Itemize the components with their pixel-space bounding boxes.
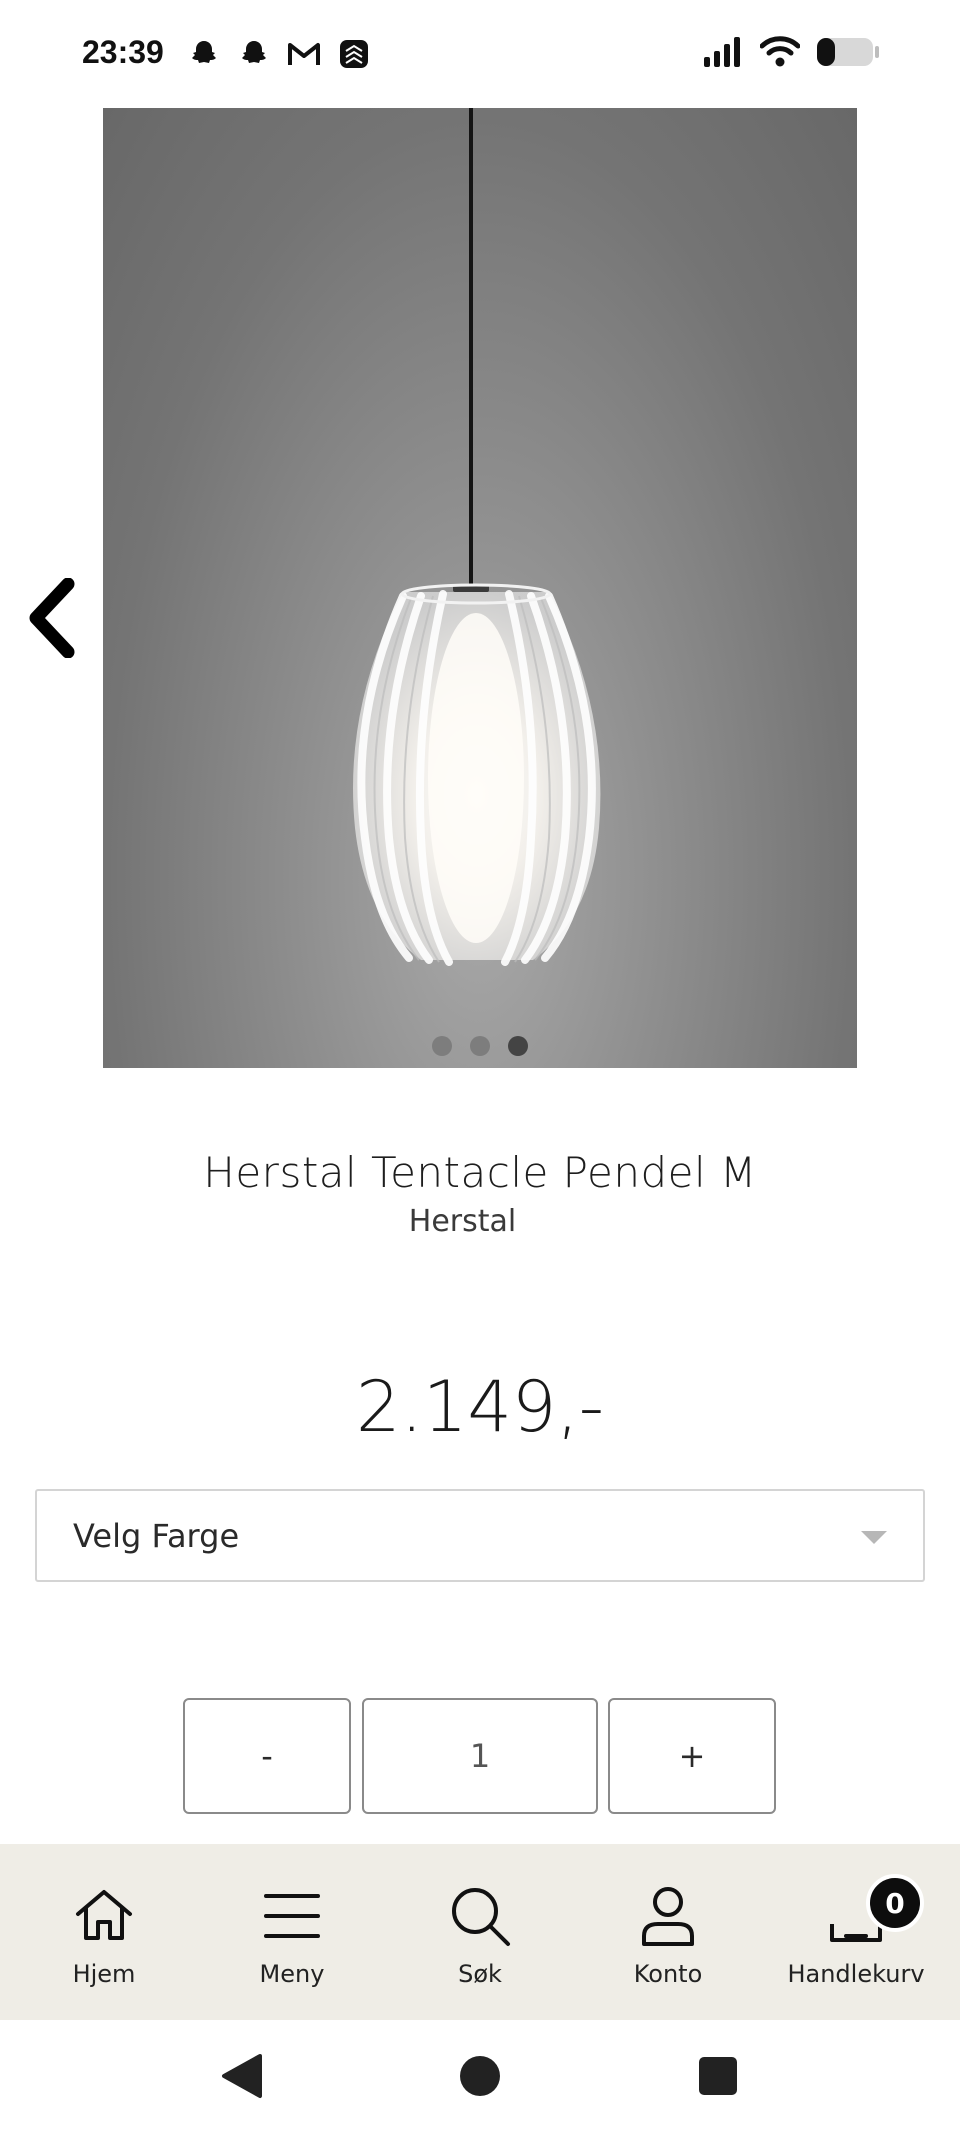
nav-item-cart[interactable]: 0 Handlekurv	[760, 1844, 952, 2020]
gallery-pagination	[103, 1036, 857, 1056]
status-time: 23:39	[82, 34, 164, 70]
chevron-left-icon	[29, 577, 75, 659]
gallery-dot[interactable]	[432, 1036, 452, 1056]
signal-icon	[704, 37, 744, 71]
nav-item-search[interactable]: Søk	[384, 1844, 576, 2020]
system-navigation-bar	[0, 2020, 960, 2133]
battery-icon	[816, 37, 880, 71]
product-title: Herstal Tentacle Pendel M	[203, 1148, 757, 1197]
bottom-navigation: Hjem Meny Søk Konto 0 Handlekurv	[0, 1844, 960, 2020]
quantity-input[interactable]: 1	[362, 1698, 598, 1814]
snapchat-icon	[236, 36, 272, 72]
nav-item-home[interactable]: Hjem	[8, 1844, 200, 2020]
cart-count-badge: 0	[866, 1874, 924, 1932]
gallery-dot[interactable]	[470, 1036, 490, 1056]
nav-label-search: Søk	[458, 1960, 502, 1988]
quantity-increase-button[interactable]: +	[608, 1698, 776, 1814]
home-circle-icon[interactable]	[454, 2050, 506, 2102]
user-icon	[642, 1887, 694, 1946]
color-select-label: Velg Farge	[73, 1517, 240, 1555]
caret-down-icon	[861, 1531, 887, 1544]
previous-image-button[interactable]	[24, 577, 80, 659]
home-icon	[76, 1890, 132, 1940]
snapchat-icon	[186, 36, 222, 72]
quantity-decrease-button[interactable]: -	[183, 1698, 351, 1814]
product-brand[interactable]: Herstal	[0, 1204, 925, 1239]
status-bar: 23:39	[0, 0, 960, 108]
app-icon	[336, 36, 372, 72]
back-icon[interactable]	[216, 2050, 268, 2102]
recents-square-icon[interactable]	[692, 2050, 744, 2102]
search-icon	[452, 1888, 510, 1946]
system-status-icons	[704, 36, 880, 72]
product-price: 2.149,-	[356, 1366, 604, 1448]
nav-label-cart: Handlekurv	[787, 1960, 925, 1988]
nav-label-account: Konto	[633, 1960, 703, 1988]
nav-label-home: Hjem	[72, 1960, 136, 1988]
color-select[interactable]: Velg Farge	[35, 1489, 925, 1582]
wifi-icon	[759, 36, 801, 72]
notification-icons	[186, 36, 372, 72]
nav-item-menu[interactable]: Meny	[196, 1844, 388, 2020]
gmail-icon	[286, 36, 322, 72]
menu-icon	[264, 1894, 320, 1938]
product-image-gallery[interactable]	[103, 108, 857, 1068]
pendant-lamp-image	[353, 108, 601, 966]
nav-item-account[interactable]: Konto	[572, 1844, 764, 2020]
nav-label-menu: Meny	[259, 1960, 325, 1988]
gallery-dot-active[interactable]	[508, 1036, 528, 1056]
